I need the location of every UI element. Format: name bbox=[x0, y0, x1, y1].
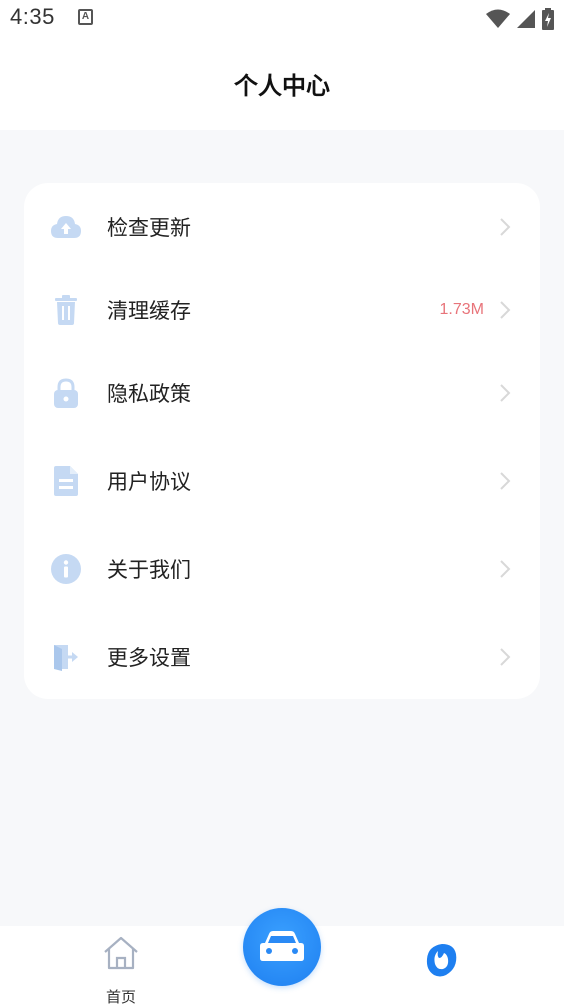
status-time: 4:35 bbox=[10, 4, 55, 29]
menu-item-more-settings[interactable]: 更多设置 bbox=[24, 622, 540, 692]
menu-item-label: 更多设置 bbox=[107, 646, 191, 670]
menu-item-check-update[interactable]: 检查更新 bbox=[24, 192, 540, 262]
menu-item-user-agreement[interactable]: 用户协议 bbox=[24, 446, 540, 516]
chevron-right-icon bbox=[500, 218, 511, 236]
car-icon bbox=[260, 931, 304, 961]
nav-home-button[interactable]: 首页 bbox=[100, 934, 142, 1004]
nav-home-label: 首页 bbox=[105, 988, 136, 1004]
document-icon bbox=[50, 465, 82, 497]
cache-size-value: 1.73M bbox=[439, 301, 484, 318]
menu-item-label: 隐私政策 bbox=[107, 382, 191, 406]
menu-item-label: 用户协议 bbox=[107, 470, 191, 494]
header: 个人中心 bbox=[0, 40, 564, 130]
info-icon bbox=[50, 553, 82, 585]
battery-icon bbox=[542, 8, 554, 30]
menu-item-clear-cache[interactable]: 清理缓存 1.73M bbox=[24, 275, 540, 345]
menu-item-label: 清理缓存 bbox=[107, 299, 191, 323]
nav-profile-button[interactable] bbox=[424, 942, 460, 978]
cell-signal-icon bbox=[517, 10, 535, 28]
chevron-right-icon bbox=[500, 301, 511, 319]
profile-icon bbox=[426, 944, 457, 977]
chevron-right-icon bbox=[500, 648, 511, 666]
chevron-right-icon bbox=[500, 560, 511, 578]
cloud-upload-icon bbox=[50, 211, 82, 243]
menu-item-about-us[interactable]: 关于我们 bbox=[24, 534, 540, 604]
chevron-right-icon bbox=[500, 472, 511, 490]
center-car-button[interactable] bbox=[243, 908, 321, 986]
status-bar: 4:35 A bbox=[0, 0, 564, 40]
lock-icon bbox=[50, 377, 82, 409]
status-indicators bbox=[486, 8, 554, 30]
page-title: 个人中心 bbox=[234, 72, 330, 100]
menu-item-privacy-policy[interactable]: 隐私政策 bbox=[24, 358, 540, 428]
settings-card: 检查更新 清理缓存 1.73M 隐私政策 用户协议 关于我们 更多设置 bbox=[24, 183, 540, 699]
app-notification-icon: A bbox=[78, 9, 93, 25]
wifi-icon bbox=[486, 9, 510, 28]
chevron-right-icon bbox=[500, 384, 511, 402]
menu-item-label: 关于我们 bbox=[107, 558, 191, 582]
exit-door-icon bbox=[50, 641, 82, 673]
menu-item-label: 检查更新 bbox=[107, 216, 191, 240]
profile-page: 4:35 A 个人中心 检查更新 清理缓存 1.73M 隐私政策 用户协议 关于… bbox=[0, 0, 564, 1004]
trash-icon bbox=[50, 294, 82, 326]
home-icon bbox=[104, 936, 138, 970]
